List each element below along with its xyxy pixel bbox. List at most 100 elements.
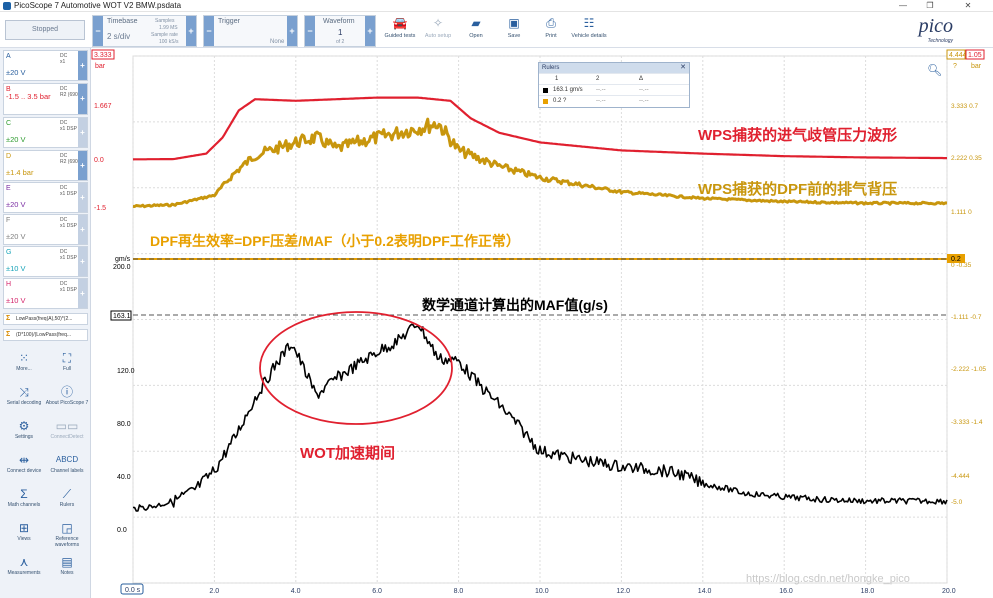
fullscreen-icon: ⛶ bbox=[62, 351, 72, 365]
channel-labels-button[interactable]: ABCD Channel labels bbox=[45, 452, 89, 484]
run-stop-button[interactable]: Stopped bbox=[5, 20, 85, 40]
zoom-icon[interactable]: 🔍︎ bbox=[927, 63, 942, 77]
trigger-increase-button[interactable]: + bbox=[287, 16, 297, 46]
close-button[interactable]: ✕ bbox=[956, 0, 980, 12]
channel-expand-button[interactable]: + bbox=[78, 215, 87, 244]
full-button[interactable]: ⛶ Full bbox=[45, 350, 89, 382]
channel-expand-button[interactable]: + bbox=[78, 247, 87, 276]
maf-axis-tick: 0.0 bbox=[117, 527, 127, 534]
more-button[interactable]: ⁙ More... bbox=[2, 350, 46, 382]
channel-range[interactable]: ±10 V bbox=[6, 264, 26, 273]
channel-range[interactable]: ±20 V bbox=[6, 232, 26, 241]
sample-rate-value: 100 kS/s bbox=[159, 39, 179, 45]
rulers-panel[interactable]: Rulers ✕ 1 2 Δ 163.1 gm/s --.-- --.-- 0.… bbox=[538, 62, 690, 108]
channel-range[interactable]: ±20 V bbox=[6, 200, 26, 209]
samples-value: 1.99 MS bbox=[159, 25, 178, 31]
sigma-icon: Σ bbox=[6, 331, 11, 338]
folder-icon: ▰ bbox=[471, 16, 481, 30]
ruler-row: 0.2 ? --.-- --.-- bbox=[539, 95, 689, 106]
measurements-button[interactable]: ⋏ Measurements bbox=[2, 554, 46, 586]
pico-logo-subtitle: Technology bbox=[927, 38, 953, 44]
notes-button[interactable]: ▤ Notes bbox=[45, 554, 89, 586]
trigger-label: Trigger bbox=[218, 18, 240, 25]
app-icon bbox=[3, 2, 11, 10]
waveform-number[interactable]: 1 bbox=[338, 28, 342, 37]
gold-axis-top: 4.444 bbox=[949, 52, 967, 59]
channel-expand-button[interactable]: + bbox=[78, 279, 87, 308]
maf-axis-tick: 80.0 bbox=[117, 421, 131, 428]
sample-rate-label: Sample rate bbox=[151, 32, 178, 38]
channel-b[interactable]: B -1.5 .. 3.5 bar DC R2 (690 + bbox=[3, 83, 88, 115]
timebase-decrease-button[interactable]: − bbox=[93, 16, 103, 46]
waveform-label: Waveform bbox=[323, 18, 355, 25]
timebase-value[interactable]: 2 s/div bbox=[107, 32, 130, 41]
channel-expand-button[interactable]: + bbox=[78, 183, 87, 212]
channel-letter: A bbox=[6, 53, 11, 60]
channel-range[interactable]: -1.5 .. 3.5 bar bbox=[6, 93, 52, 101]
channel-a[interactable]: A ±20 V DC x1 + bbox=[3, 50, 88, 81]
channel-expand-button[interactable]: + bbox=[78, 151, 87, 180]
timebase-control: − Timebase 2 s/div Samples 1.99 MS Sampl… bbox=[92, 15, 197, 47]
right-axis-tick: -3.333 -1.4 bbox=[951, 419, 983, 426]
trigger-decrease-button[interactable]: − bbox=[204, 16, 214, 46]
x-axis-tick: 10.0 bbox=[535, 588, 549, 595]
rulers-button[interactable]: ⟋ Rulers bbox=[45, 486, 89, 518]
reference-icon: ◲ bbox=[61, 521, 73, 535]
math-channels-button[interactable]: Σ Math channels bbox=[2, 486, 46, 518]
annotation-dpf-efficiency: DPF再生效率=DPF压差/MAF（小于0.2表明DPF工作正常） bbox=[150, 233, 520, 249]
samples-label: Samples bbox=[155, 18, 175, 24]
channel-range[interactable]: ±1.4 bar bbox=[6, 168, 33, 177]
math-channel-1[interactable]: Σ LowPass(freq(A),50)*(2... bbox=[3, 313, 88, 325]
measure-icon: ⋏ bbox=[19, 555, 29, 569]
print-button[interactable]: ⎙ Print bbox=[531, 14, 571, 46]
channel-letter: C bbox=[6, 120, 12, 127]
connect-detect-button[interactable]: ▭▭ ConnectDetect bbox=[45, 418, 89, 450]
channel-expand-button[interactable]: + bbox=[78, 84, 87, 114]
channel-range[interactable]: ±10 V bbox=[6, 296, 26, 305]
math-channel-2[interactable]: Σ (D*100)/(LowPass(freq... bbox=[3, 329, 88, 341]
trigger-mode[interactable]: None bbox=[270, 39, 284, 45]
channel-h[interactable]: H ±10 V DC x1 DSP + bbox=[3, 278, 88, 309]
reference-waveforms-button[interactable]: ◲ Reference waveforms bbox=[45, 520, 89, 552]
maf-ruler-badge-label: 163.1 bbox=[113, 313, 131, 320]
save-button[interactable]: ▣ Save bbox=[494, 14, 534, 46]
red-axis-tick: 1.667 bbox=[94, 103, 112, 110]
annotation-maf: 数学通道计算出的MAF值(g/s) bbox=[422, 297, 608, 313]
vehicle-details-button[interactable]: ☷ Vehicle details bbox=[569, 14, 609, 46]
channel-d[interactable]: D ±1.4 bar DC R2 (690 + bbox=[3, 150, 88, 181]
waveform-next-button[interactable]: + bbox=[365, 16, 375, 46]
channel-letter: G bbox=[6, 249, 12, 256]
annotation-intake-pressure: WPS捕获的进气歧管压力波形 bbox=[698, 127, 898, 144]
channel-sidebar: A ±20 V DC x1 + B -1.5 .. 3.5 bar DC R2 … bbox=[0, 48, 91, 598]
ruler-color-swatch bbox=[543, 88, 548, 93]
printer-icon: ⎙ bbox=[546, 16, 556, 30]
open-button[interactable]: ▰ Open bbox=[456, 14, 496, 46]
right-unit-gold: ? bbox=[953, 63, 957, 70]
channel-e[interactable]: E ±20 V DC x1 DSP + bbox=[3, 182, 88, 213]
channel-letter: F bbox=[6, 217, 11, 224]
notes-icon: ▤ bbox=[61, 555, 73, 569]
channel-range[interactable]: ±20 V bbox=[6, 135, 26, 144]
waveform-previous-button[interactable]: − bbox=[305, 16, 315, 46]
x-axis-tick: 6.0 bbox=[372, 588, 382, 595]
channel-f[interactable]: F ±20 V DC x1 DSP + bbox=[3, 214, 88, 245]
views-button[interactable]: ⊞ Views bbox=[2, 520, 46, 552]
auto-setup-button[interactable]: ✧ Auto setup bbox=[418, 14, 458, 46]
ruler-value-2: --.-- bbox=[596, 98, 606, 104]
settings-button[interactable]: ⚙ Settings bbox=[2, 418, 46, 450]
channel-expand-button[interactable]: + bbox=[78, 118, 87, 147]
ruler-value-1: 0.2 ? bbox=[553, 98, 567, 104]
timebase-increase-button[interactable]: + bbox=[186, 16, 196, 46]
about-button[interactable]: ⓘ About PicoScope 7 bbox=[45, 384, 89, 416]
channel-g[interactable]: G ±10 V DC x1 DSP + bbox=[3, 246, 88, 277]
channel-expand-button[interactable]: + bbox=[78, 51, 87, 80]
close-icon[interactable]: ✕ bbox=[680, 63, 686, 73]
channel-c[interactable]: C ±20 V DC x1 DSP + bbox=[3, 117, 88, 148]
minimize-button[interactable]: — bbox=[891, 0, 915, 12]
maximize-button[interactable]: ❐ bbox=[918, 0, 942, 12]
guided-tests-button[interactable]: 🚘 Guided tests bbox=[380, 14, 420, 46]
channel-range[interactable]: ±20 V bbox=[6, 68, 26, 77]
serial-decoding-button[interactable]: ⤨ Serial decoding bbox=[2, 384, 46, 416]
serial-icon: ⤨ bbox=[19, 385, 29, 399]
connect-device-button[interactable]: ⇹ Connect device bbox=[2, 452, 46, 484]
